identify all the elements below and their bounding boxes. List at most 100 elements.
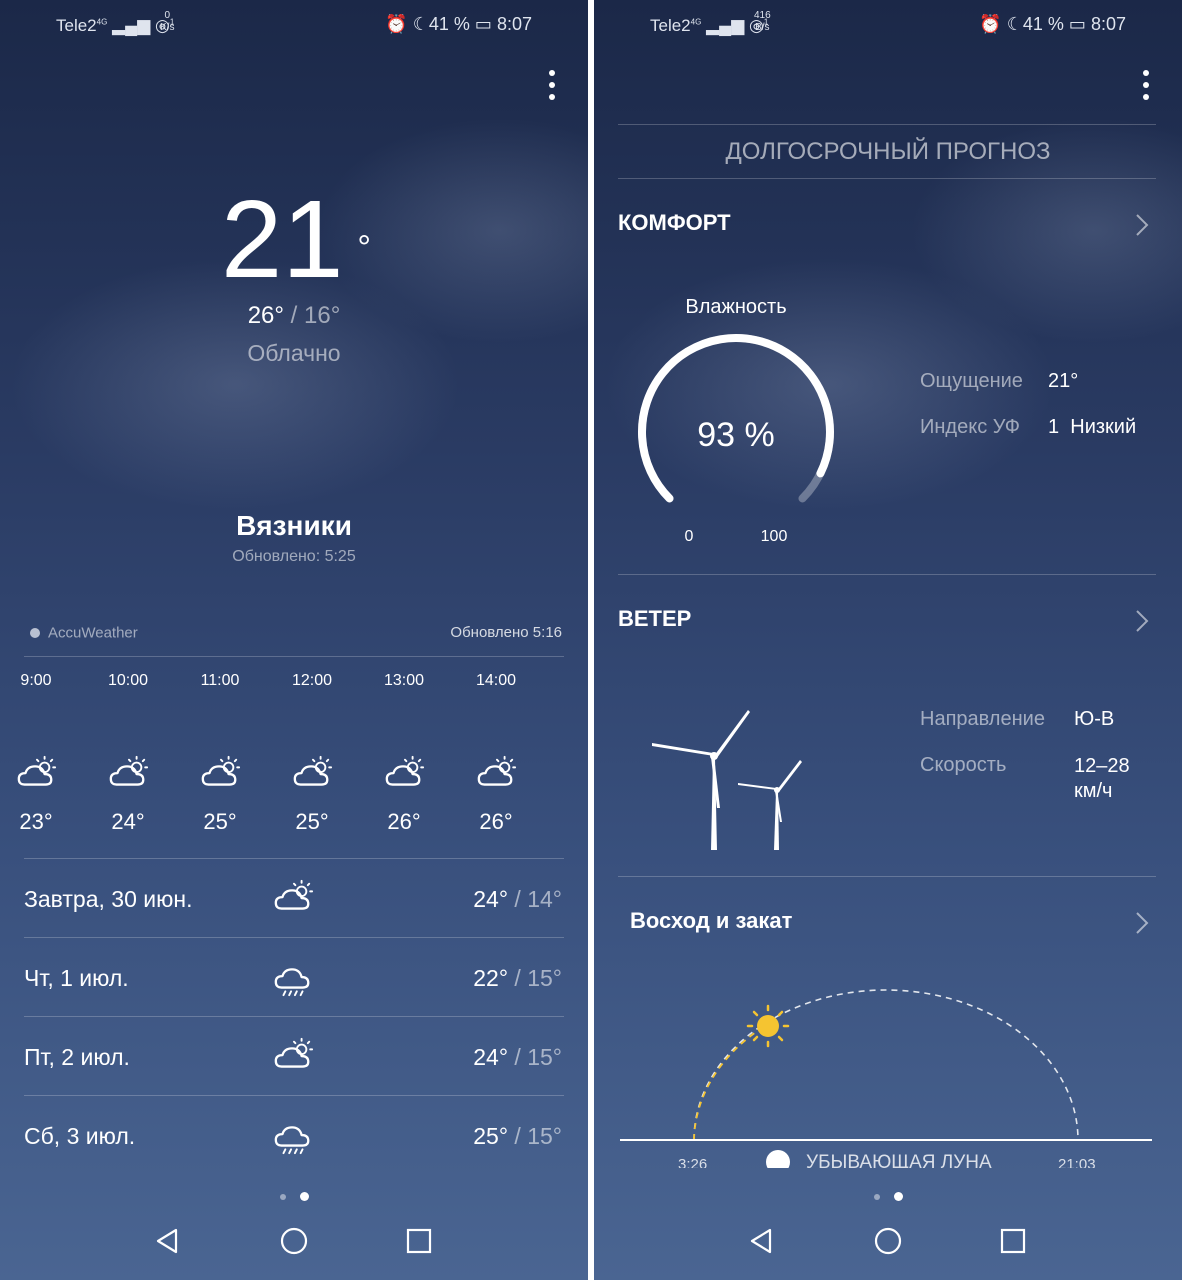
hour-label: 11:00 xyxy=(200,672,240,689)
divider xyxy=(618,876,1156,877)
wind-turbine-icon xyxy=(652,710,802,850)
day-temps: 24° / 14° xyxy=(473,886,562,912)
gauge-max-label: 100 xyxy=(760,528,788,545)
page-indicator xyxy=(0,1188,588,1206)
weather-condition: Облачно xyxy=(247,340,341,366)
back-icon[interactable] xyxy=(746,1226,776,1256)
moon-icon: ☾ xyxy=(412,14,429,34)
partly-cloudy-icon xyxy=(17,755,57,786)
provider-row: AccuWeather Обновлено 5:16 xyxy=(30,624,564,642)
sun-icon xyxy=(746,1004,790,1048)
status-bar: Tele24G ▂▄▆ ◎1 416 B/s ⏰ ☾41 % ▭ 8:07 xyxy=(594,10,1182,40)
hour-label: 14:00 xyxy=(475,672,517,689)
gauge-min-label: 0 xyxy=(684,528,694,545)
divider xyxy=(24,656,564,657)
city-name[interactable]: Вязники xyxy=(0,510,588,542)
signal-icon: ▂▄▆ xyxy=(112,16,151,35)
sunset-time: 21:03 xyxy=(1058,1156,1096,1168)
wind-speed-label: Скорость xyxy=(920,754,1007,776)
home-icon[interactable] xyxy=(873,1226,903,1256)
partly-cloudy-icon xyxy=(274,879,314,910)
alarm-icon: ⏰ xyxy=(979,14,1002,34)
chevron-right-icon[interactable] xyxy=(1134,608,1150,634)
long-term-forecast-button[interactable]: ДОЛГОСРОЧНЫЙ ПРОГНОЗ xyxy=(594,138,1182,166)
partly-cloudy-icon xyxy=(274,1037,314,1068)
carrier-label: Tele24G ▂▄▆ ◎1 xyxy=(56,16,175,35)
hour-temp: 25° xyxy=(203,809,237,834)
hour-temp: 26° xyxy=(387,809,421,834)
daily-row[interactable]: Сб, 3 июл. 25° / 15° xyxy=(24,1107,564,1167)
recents-icon[interactable] xyxy=(404,1226,434,1256)
day-label: Пт, 2 июл. xyxy=(24,1044,130,1070)
daily-row[interactable]: Завтра, 30 июн. 24° / 14° xyxy=(24,870,564,930)
more-options-button[interactable] xyxy=(548,70,556,106)
hour-label: 10:00 xyxy=(107,672,149,689)
partly-cloudy-icon xyxy=(385,755,425,786)
moon-phase-label: УБЫВАЮЩАЯ ЛУНА xyxy=(806,1152,992,1168)
day-temps: 24° / 15° xyxy=(473,1044,562,1070)
hourly-item: 14:00 26° xyxy=(472,672,564,835)
humidity-value: 93 % xyxy=(697,416,775,454)
partly-cloudy-icon xyxy=(477,755,517,786)
hour-label: 13:00 xyxy=(383,672,425,689)
sun-labels: 3:26 УБЫВАЮЩАЯ ЛУНА 21:03 xyxy=(594,1148,1182,1168)
back-icon[interactable] xyxy=(152,1226,182,1256)
divider xyxy=(618,124,1156,125)
network-speed: 416 B/s xyxy=(754,10,771,33)
day-temps: 25° / 15° xyxy=(473,1123,562,1149)
rain-icon xyxy=(274,1126,310,1155)
sun-path-chart xyxy=(620,989,1152,1141)
wind-title[interactable]: ВЕТЕР xyxy=(618,606,691,632)
feels-like-value: 21° xyxy=(1048,370,1079,392)
battery-icon: ▭ xyxy=(474,14,492,34)
partly-cloudy-icon xyxy=(293,755,333,786)
current-temperature: 21 ° xyxy=(221,178,371,301)
high-low-temp: 26° / 16° xyxy=(247,302,341,329)
page-indicator xyxy=(594,1188,1182,1206)
day-label: Завтра, 30 июн. xyxy=(24,886,193,912)
more-options-button[interactable] xyxy=(1142,70,1150,106)
sunrise-time: 3:26 xyxy=(678,1156,708,1168)
day-temps: 22° / 15° xyxy=(473,965,562,991)
moon-icon: ☾ xyxy=(1006,14,1023,34)
home-icon[interactable] xyxy=(279,1226,309,1256)
navigation-bar xyxy=(594,1210,1182,1280)
comfort-title[interactable]: КОМФОРТ xyxy=(618,210,731,236)
weather-main-screen: Tele24G ▂▄▆ ◎1 0 K/s ⏰ ☾41 % ▭ 8:07 21 ° 2… xyxy=(0,0,588,1280)
status-right: ⏰ ☾41 % ▭ 8:07 xyxy=(385,14,532,34)
divider xyxy=(618,574,1156,575)
chevron-right-icon[interactable] xyxy=(1134,910,1150,936)
divider xyxy=(24,1016,564,1017)
divider xyxy=(618,178,1156,179)
sun-title[interactable]: Восход и закат xyxy=(630,908,792,934)
hour-temp: 23° xyxy=(19,809,53,834)
provider-name[interactable]: AccuWeather xyxy=(48,625,138,642)
status-bar: Tele24G ▂▄▆ ◎1 0 K/s ⏰ ☾41 % ▭ 8:07 xyxy=(0,10,588,40)
recents-icon[interactable] xyxy=(998,1226,1028,1256)
chevron-right-icon[interactable] xyxy=(1134,212,1150,238)
hour-temp: 25° xyxy=(295,809,329,834)
weather-details-screen: Tele24G ▂▄▆ ◎1 416 B/s ⏰ ☾41 % ▭ 8:07 ДОЛ… xyxy=(594,0,1182,1280)
carrier-label: Tele24G ▂▄▆ ◎1 xyxy=(650,16,769,35)
partly-cloudy-icon xyxy=(109,755,149,786)
hour-temp: 24° xyxy=(111,809,145,834)
daily-row[interactable]: Пт, 2 июл. 24° / 15° xyxy=(24,1028,564,1088)
navigation-bar xyxy=(0,1210,588,1280)
alarm-icon: ⏰ xyxy=(385,14,408,34)
day-label: Сб, 3 июл. xyxy=(24,1123,136,1149)
hour-label: 9:00 xyxy=(20,672,52,689)
wind-direction-value: Ю-В xyxy=(1074,708,1115,730)
divider xyxy=(24,858,564,859)
provider-updated: Обновлено 5:16 xyxy=(450,624,562,641)
feels-like-label: Ощущение xyxy=(920,370,1023,392)
uv-index-value: 1 Низкий xyxy=(1048,416,1137,438)
accuweather-logo-icon xyxy=(30,628,40,639)
daily-row[interactable]: Чт, 1 июл. 22° / 15° xyxy=(24,949,564,1009)
moon-phase-icon xyxy=(766,1150,790,1168)
humidity-label: Влажность xyxy=(685,296,787,318)
uv-index-label: Индекс УФ xyxy=(920,416,1020,438)
day-label: Чт, 1 июл. xyxy=(24,965,129,991)
battery-icon: ▭ xyxy=(1068,14,1086,34)
hour-temp: 26° xyxy=(479,809,513,834)
updated-time: Обновлено: 5:25 xyxy=(232,548,356,565)
